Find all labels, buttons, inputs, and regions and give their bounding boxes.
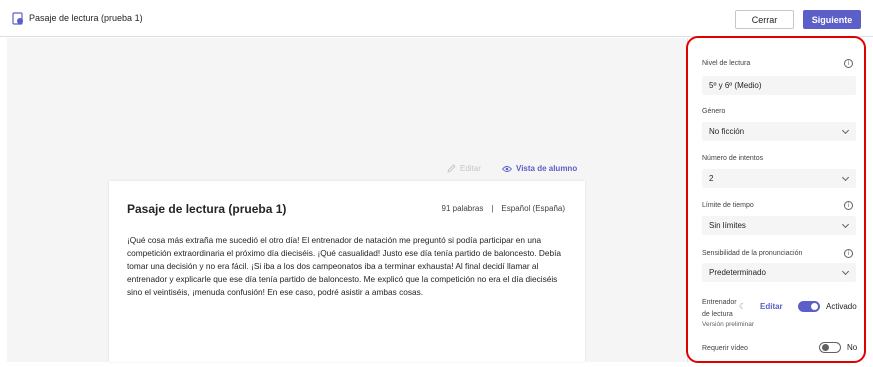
info-icon[interactable]: i [844,59,853,68]
pronunciation-dropdown[interactable]: Predeterminado [702,263,856,282]
require-video-state: No [847,343,858,352]
attempts-value: 2 [709,174,714,183]
reading-coach-label-line1: Entrenador [702,299,737,306]
info-icon[interactable]: i [844,201,853,210]
time-limit-label: Límite de tiempo [702,202,754,209]
next-button[interactable]: Siguiente [803,10,861,29]
reading-level-label: Nivel de lectura [702,60,751,67]
eye-icon [502,165,512,172]
reading-coach-state: Activado [826,302,857,311]
word-count: 91 palabras [441,204,484,213]
top-bar: Pasaje de lectura (prueba 1) Cerrar Sigu… [0,0,873,37]
require-video-toggle[interactable] [819,342,841,353]
passage-language: Español (España) [501,204,565,213]
settings-panel: Nivel de lectura i 5º y 6º (Medio) Géner… [687,38,866,362]
genre-label: Género [702,108,726,115]
reading-coach-label-line2: de lectura [702,311,733,318]
chevron-down-icon [841,267,850,276]
genre-dropdown[interactable]: No ficción [702,122,856,141]
student-view-button[interactable]: Vista de alumno [502,164,577,173]
passage-meta: 91 palabras | Español (España) [442,204,565,213]
pronunciation-value: Predeterminado [709,268,766,277]
moon-icon: ☾ [739,302,747,311]
pencil-icon [447,164,456,173]
passage-title: Pasaje de lectura (prueba 1) [127,202,287,216]
attempts-label: Número de intentos [702,155,764,162]
reading-level-value: 5º y 6º (Medio) [709,81,762,90]
chevron-down-icon [841,126,850,135]
chevron-down-icon [841,173,850,182]
genre-value: No ficción [709,127,745,136]
reading-coach-toggle[interactable] [798,301,820,312]
close-button[interactable]: Cerrar [735,10,794,29]
info-icon[interactable]: i [844,249,853,258]
pronunciation-label: Sensibilidad de la pronunciación [702,250,803,257]
meta-separator: | [491,204,494,213]
passage-text: ¡Qué cosa más extraña me sucedió el otro… [127,235,561,297]
edit-button[interactable]: Editar [447,164,481,173]
page-title: Pasaje de lectura (prueba 1) [29,13,143,23]
reading-coach-edit-link[interactable]: Editar [760,302,783,311]
passage-preview-area: Editar Vista de alumno Pasaje de lectura… [7,38,686,362]
edit-label: Editar [460,164,481,173]
reading-progress-icon [12,12,23,25]
time-limit-value: Sin límites [709,221,746,230]
attempts-dropdown[interactable]: 2 [702,169,856,188]
passage-card: Pasaje de lectura (prueba 1) 91 palabras… [109,181,585,362]
require-video-label: Requerir vídeo [702,345,748,352]
time-limit-dropdown[interactable]: Sin límites [702,216,856,235]
chevron-down-icon [841,220,850,229]
student-view-label: Vista de alumno [516,164,578,173]
preview-badge: Versión preliminar [702,321,755,328]
reading-level-field: 5º y 6º (Medio) [702,76,856,95]
reading-coach-label: Entrenador de lectura [702,297,737,321]
